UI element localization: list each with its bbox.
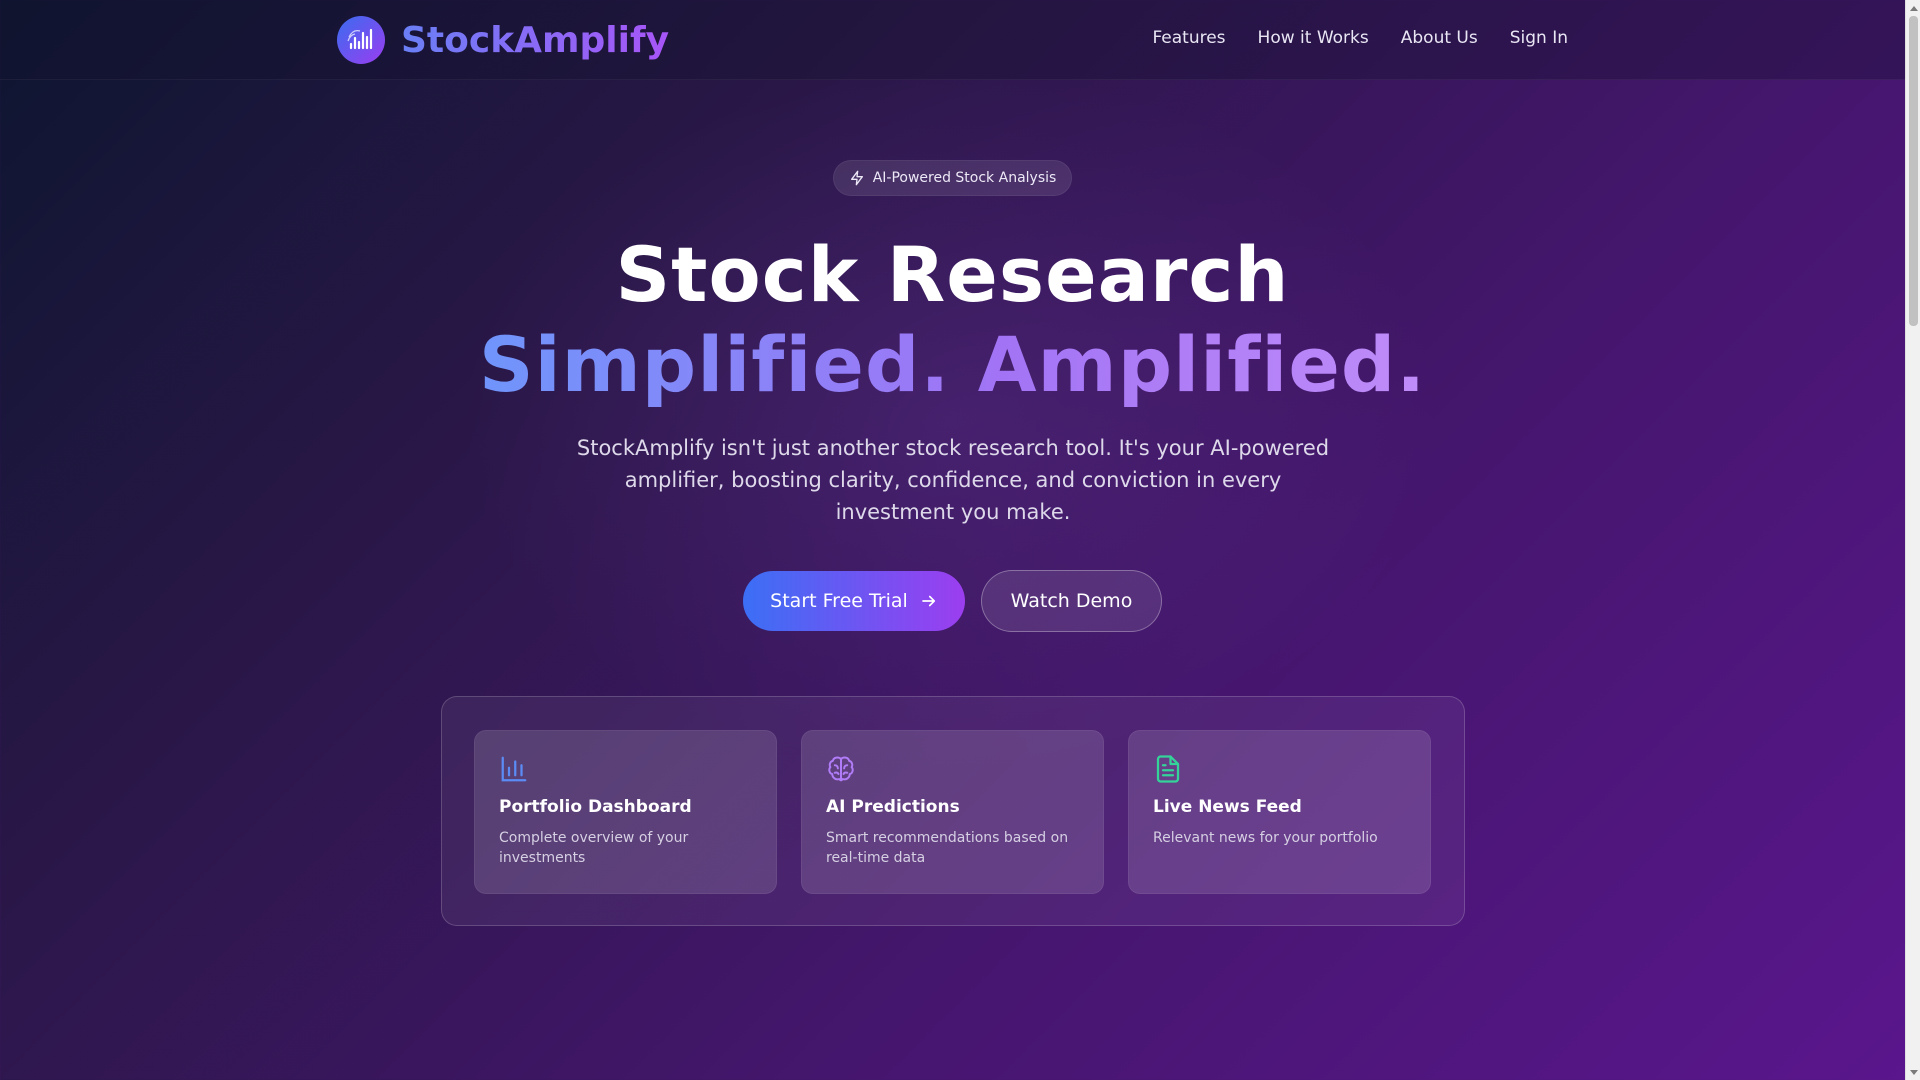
start-free-trial-button[interactable]: Start Free Trial — [743, 571, 965, 631]
nav-link-sign-in[interactable]: Sign In — [1510, 28, 1568, 48]
nav-link-about-us[interactable]: About Us — [1401, 28, 1478, 48]
top-navbar: StockAmplify Features How it Works About… — [0, 0, 1905, 80]
badge-label: AI-Powered Stock Analysis — [872, 170, 1057, 186]
feature-description: Relevant news for your portfolio — [1153, 830, 1378, 846]
ai-badge: AI-Powered Stock Analysis — [833, 160, 1072, 196]
scroll-up-arrow-icon[interactable] — [1906, 0, 1920, 15]
bar-chart-icon — [501, 756, 527, 782]
nav-link-features[interactable]: Features — [1152, 28, 1225, 48]
brand-logo[interactable]: StockAmplify — [337, 16, 669, 64]
logo-mark-icon — [337, 16, 385, 64]
hero-title-line2: Simplified. Amplified. — [0, 320, 1905, 409]
watch-demo-button[interactable]: Watch Demo — [981, 570, 1162, 632]
feature-card-ai-predictions[interactable]: AI Predictions Smart recommendations bas… — [801, 730, 1104, 894]
feature-card-live-news-feed[interactable]: Live News Feed Relevant news for your po… — [1128, 730, 1431, 894]
hero-title-line1: Stock Research — [615, 230, 1290, 319]
nav-links: Features How it Works About Us Sign In — [1152, 28, 1568, 48]
start-free-trial-label: Start Free Trial — [770, 590, 908, 612]
scroll-down-arrow-icon[interactable] — [1906, 1065, 1920, 1080]
feature-card-portfolio-dashboard[interactable]: Portfolio Dashboard Complete overview of… — [474, 730, 777, 894]
feature-title: Live News Feed — [1153, 797, 1302, 817]
amplify-bars-icon — [347, 28, 373, 50]
feature-title: AI Predictions — [826, 797, 960, 817]
hero-title-gradient-text: Simplified. Amplified. — [478, 320, 1427, 409]
feature-description: Complete overview of your investments — [499, 830, 689, 866]
arrow-right-icon — [921, 595, 935, 607]
page-scrollbar[interactable] — [1905, 0, 1920, 1080]
nav-link-how-it-works[interactable]: How it Works — [1258, 28, 1369, 48]
brand-name: StockAmplify — [401, 19, 670, 61]
brain-icon — [828, 756, 854, 782]
feature-description: Smart recommendations based on real-time… — [826, 830, 1069, 866]
scrollbar-thumb[interactable] — [1909, 16, 1918, 326]
hero-subtitle: StockAmplify isn't just another stock re… — [576, 436, 1330, 524]
document-icon — [1156, 755, 1180, 783]
feature-title: Portfolio Dashboard — [499, 797, 692, 817]
features-panel: Portfolio Dashboard Complete overview of… — [441, 696, 1465, 926]
watch-demo-label: Watch Demo — [1010, 590, 1133, 612]
lightning-icon — [850, 170, 863, 186]
